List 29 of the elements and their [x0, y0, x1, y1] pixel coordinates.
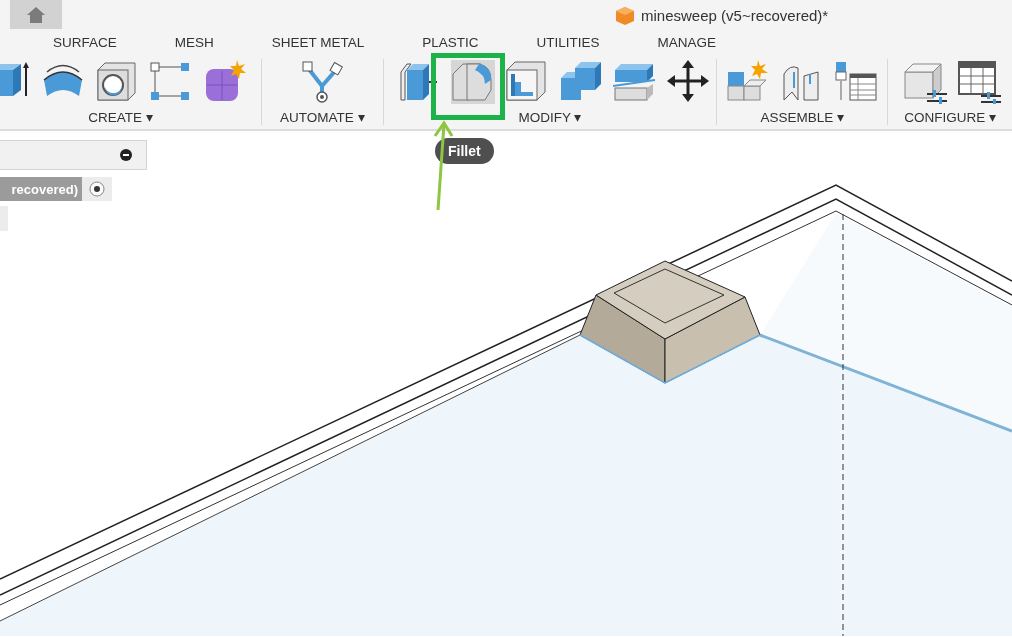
tool-button[interactable] — [666, 59, 711, 104]
group-menu-button[interactable]: ASSEMBLE ▾ — [760, 109, 844, 125]
shell-icon — [504, 59, 549, 104]
home-tab[interactable] — [10, 0, 62, 29]
home-icon — [27, 6, 45, 23]
tool-button[interactable] — [834, 59, 879, 104]
radio-icon[interactable] — [89, 181, 105, 197]
ribbon-tab[interactable]: MESH — [174, 34, 214, 50]
ribbon-tab[interactable]: UTILITIES — [536, 34, 600, 50]
cube-star-icon — [203, 59, 247, 104]
document-title: minesweep (v5~recovered)* — [641, 7, 829, 24]
branch-nodes-icon — [300, 59, 345, 104]
ribbon-tab[interactable]: SURFACE — [53, 34, 117, 50]
tool-button[interactable] — [957, 59, 1002, 104]
cube-icon — [616, 6, 634, 25]
group-menu-button[interactable]: CONFIGURE ▾ — [904, 109, 997, 125]
group-menu-button[interactable]: CREATE ▾ — [88, 109, 153, 125]
collapse-icon[interactable] — [120, 149, 132, 161]
box-hole-icon — [95, 59, 139, 104]
group-menu-button[interactable]: MODIFY ▾ — [518, 109, 582, 125]
ribbon-tab[interactable]: SHEET METAL — [271, 34, 365, 50]
tool-button[interactable] — [95, 59, 139, 104]
ribbon-tab[interactable]: MANAGE — [657, 34, 717, 50]
move-icon — [666, 59, 711, 104]
tooltip: Fillet — [435, 138, 494, 164]
ribbon-tab[interactable]: PLASTIC — [422, 34, 479, 50]
group-menu-button[interactable]: AUTOMATE ▾ — [280, 109, 365, 125]
table-icon — [834, 59, 879, 104]
table-slider-icon — [957, 59, 1002, 104]
